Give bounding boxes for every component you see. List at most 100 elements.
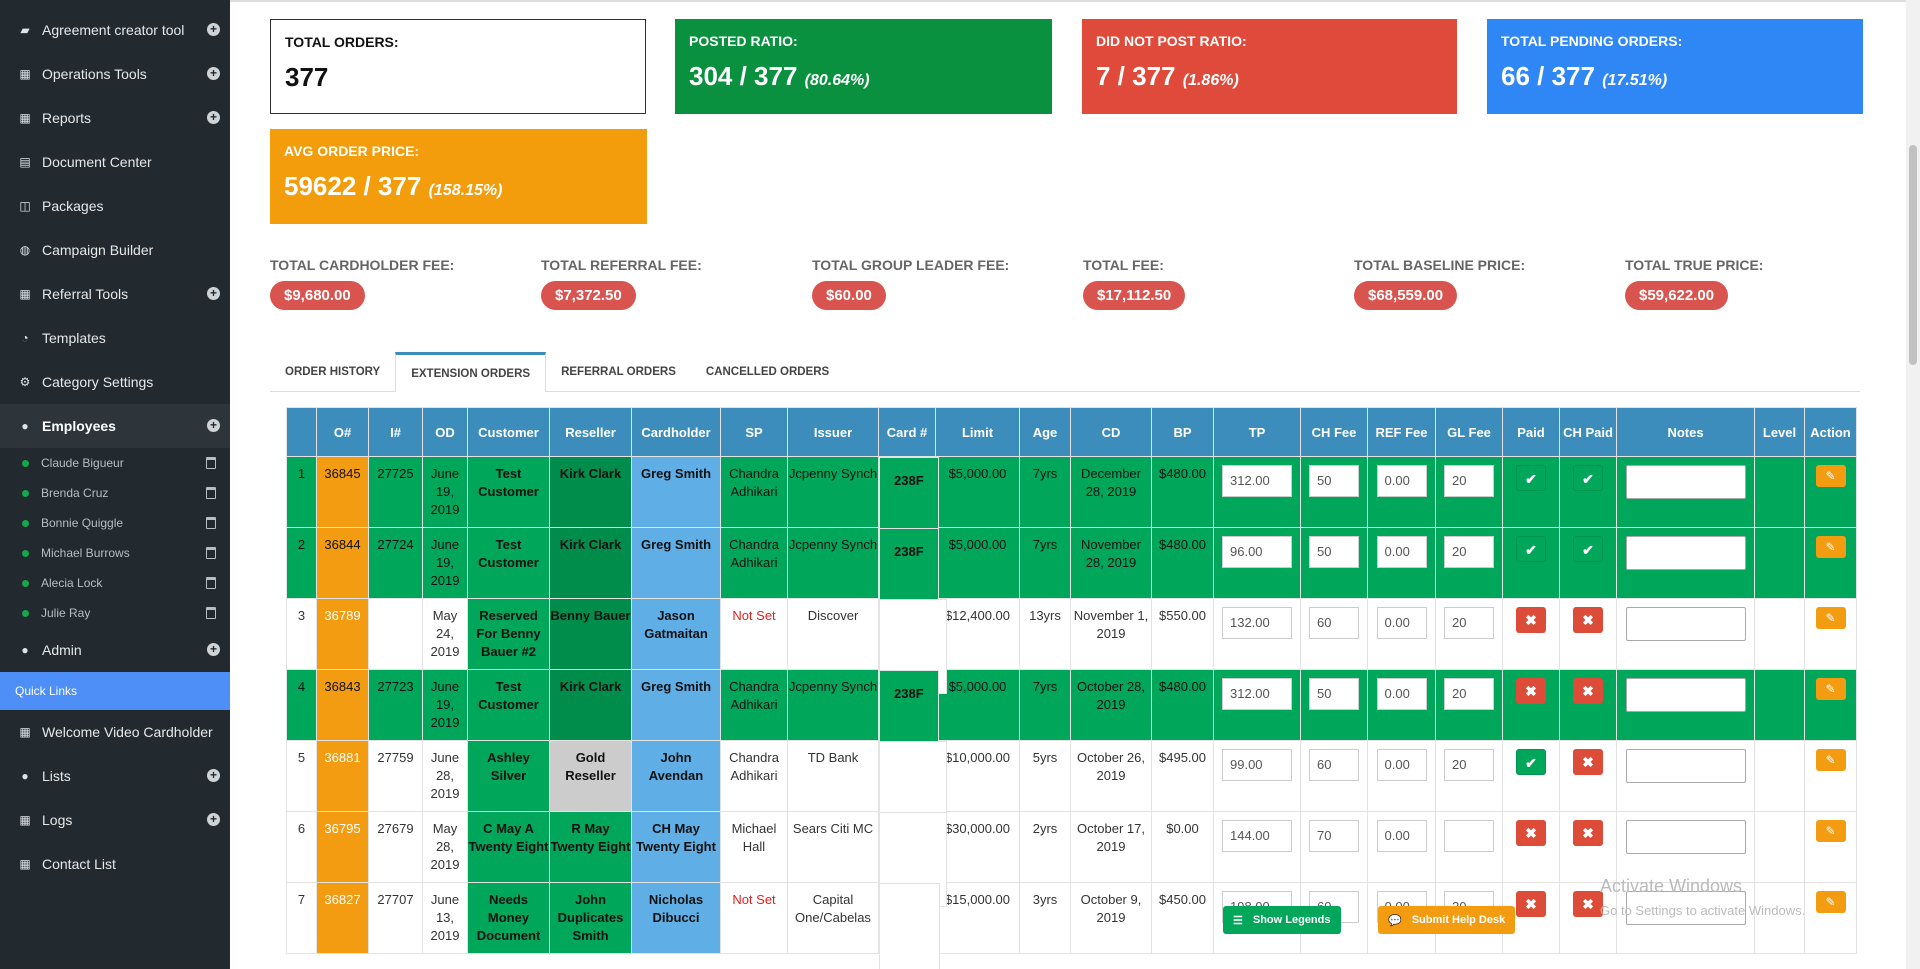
close-icon[interactable]: ✖	[1516, 820, 1546, 846]
check-icon[interactable]: ✔	[1573, 536, 1603, 562]
pencil-icon[interactable]: ✎	[1815, 607, 1846, 629]
gl-input[interactable]	[1444, 820, 1494, 852]
trash-icon[interactable]	[206, 517, 216, 529]
notes-textarea[interactable]	[1625, 536, 1746, 570]
show-legends-button[interactable]: ☰ Show Legends	[1223, 906, 1341, 934]
notes-textarea[interactable]	[1625, 749, 1746, 783]
sidebar-item-6[interactable]: ▦ Referral Tools +	[0, 272, 230, 316]
sidebar-item-0[interactable]: ▰ Agreement creator tool +	[0, 8, 230, 52]
submit-help-desk-button[interactable]: 💬 Submit Help Desk	[1378, 906, 1516, 934]
table-row[interactable]: 4 36843 27723 June 19, 2019 Test Customer Kir…	[286, 669, 1857, 765]
column-header[interactable]: Cardholder	[631, 407, 721, 457]
pencil-icon[interactable]: ✎	[1815, 678, 1846, 700]
column-header[interactable]: O#	[316, 407, 369, 457]
scrollbar-thumb[interactable]	[1909, 145, 1917, 365]
pencil-icon[interactable]: ✎	[1815, 465, 1846, 487]
notes-textarea[interactable]	[1625, 678, 1746, 712]
trash-icon[interactable]	[206, 547, 216, 559]
column-header[interactable]: SP	[720, 407, 788, 457]
column-header[interactable]: Issuer	[787, 407, 879, 457]
sidebar-item-7[interactable]: ◔ Templates	[0, 316, 230, 360]
check-icon[interactable]: ✔	[1516, 749, 1546, 775]
tp-input[interactable]: 99.00	[1222, 749, 1292, 781]
tab-referral-orders[interactable]: REFERRAL ORDERS	[546, 352, 691, 391]
sidebar-item-bottom-2[interactable]: ▦ Logs +	[0, 798, 230, 842]
pencil-icon[interactable]: ✎	[1815, 820, 1846, 842]
ref-input[interactable]: 0.00	[1376, 607, 1427, 639]
column-header[interactable]: OD	[422, 407, 468, 457]
column-header[interactable]: Customer	[467, 407, 550, 457]
column-header[interactable]	[286, 407, 317, 457]
tp-input[interactable]: 312.00	[1222, 465, 1292, 497]
column-header[interactable]: CH Fee	[1300, 407, 1368, 457]
employee-item[interactable]: Alecia Lock	[0, 568, 230, 598]
plus-circle-icon[interactable]: +	[207, 111, 220, 124]
column-header[interactable]: Age	[1019, 407, 1071, 457]
check-icon[interactable]: ✔	[1516, 536, 1546, 562]
pencil-icon[interactable]: ✎	[1815, 891, 1846, 913]
sidebar-item-bottom-1[interactable]: ● Lists +	[0, 754, 230, 798]
sidebar-item-bottom-3[interactable]: ▦ Contact List	[0, 842, 230, 886]
column-header[interactable]: Action	[1804, 407, 1857, 457]
tab-cancelled-orders[interactable]: CANCELLED ORDERS	[691, 352, 844, 391]
ref-input[interactable]: 0.00	[1376, 465, 1427, 497]
plus-circle-icon[interactable]: +	[207, 67, 220, 80]
table-row[interactable]: 2 36844 27724 June 19, 2019 Test Customer Kir…	[286, 527, 1857, 623]
column-header[interactable]: I#	[368, 407, 423, 457]
employee-item[interactable]: Claude Bigueur	[0, 448, 230, 478]
sidebar-item-1[interactable]: ▦ Operations Tools +	[0, 52, 230, 96]
employee-item[interactable]: Michael Burrows	[0, 538, 230, 568]
ref-input[interactable]: 0.00	[1376, 820, 1427, 852]
sidebar-item-3[interactable]: ▤ Document Center	[0, 140, 230, 184]
notes-textarea[interactable]	[1625, 465, 1746, 499]
close-icon[interactable]: ✖	[1516, 678, 1546, 704]
notes-textarea[interactable]	[1625, 607, 1746, 641]
quick-links-header[interactable]: Quick Links	[0, 672, 230, 710]
sidebar-item-employees[interactable]: ● Employees +	[0, 404, 230, 448]
close-icon[interactable]: ✖	[1516, 891, 1546, 917]
trash-icon[interactable]	[206, 457, 216, 469]
gl-input[interactable]: 20	[1444, 749, 1494, 781]
close-icon[interactable]: ✖	[1573, 678, 1603, 704]
sidebar-item-5[interactable]: ◍ Campaign Builder	[0, 228, 230, 272]
column-header[interactable]: BP	[1151, 407, 1214, 457]
gl-input[interactable]: 20	[1444, 607, 1494, 639]
column-header[interactable]: Level	[1754, 407, 1805, 457]
plus-circle-icon[interactable]: +	[207, 643, 220, 656]
plus-circle-icon[interactable]: +	[207, 769, 220, 782]
check-icon[interactable]: ✔	[1516, 465, 1546, 491]
tab-extension-orders[interactable]: EXTENSION ORDERS	[395, 352, 547, 392]
tp-input[interactable]: 96.00	[1222, 536, 1292, 568]
sidebar-item-8[interactable]: ⚙ Category Settings	[0, 360, 230, 404]
tp-input[interactable]: 144.00	[1222, 820, 1292, 852]
column-header[interactable]: Notes	[1616, 407, 1755, 457]
trash-icon[interactable]	[206, 487, 216, 499]
ref-input[interactable]: 0.00	[1376, 749, 1427, 781]
column-header[interactable]: CH Paid	[1559, 407, 1617, 457]
ref-input[interactable]: 0.00	[1376, 536, 1427, 568]
tp-input[interactable]: 132.00	[1222, 607, 1292, 639]
chfee-input[interactable]: 50	[1309, 536, 1359, 568]
chfee-input[interactable]: 50	[1309, 678, 1359, 710]
plus-circle-icon[interactable]: +	[207, 419, 220, 432]
chfee-input[interactable]: 60	[1309, 607, 1359, 639]
trash-icon[interactable]	[206, 577, 216, 589]
employee-item[interactable]: Bonnie Quiggle	[0, 508, 230, 538]
column-header[interactable]: TP	[1213, 407, 1301, 457]
close-icon[interactable]: ✖	[1573, 891, 1603, 917]
pencil-icon[interactable]: ✎	[1815, 749, 1846, 771]
gl-input[interactable]: 20	[1444, 678, 1494, 710]
close-icon[interactable]: ✖	[1573, 820, 1603, 846]
table-row[interactable]: 3 36789 May 24, 2019 Reserved For Benny Bau…	[286, 598, 1857, 694]
ref-input[interactable]: 0.00	[1376, 678, 1427, 710]
close-icon[interactable]: ✖	[1573, 749, 1603, 775]
gl-input[interactable]: 20	[1444, 536, 1494, 568]
plus-circle-icon[interactable]: +	[207, 287, 220, 300]
column-header[interactable]: GL Fee	[1435, 407, 1503, 457]
sidebar-item-4[interactable]: ◫ Packages	[0, 184, 230, 228]
sidebar-item-bottom-0[interactable]: ▦ Welcome Video Cardholder	[0, 710, 230, 754]
notes-textarea[interactable]	[1625, 820, 1746, 854]
tp-input[interactable]: 312.00	[1222, 678, 1292, 710]
column-header[interactable]: REF Fee	[1367, 407, 1436, 457]
employee-item[interactable]: Brenda Cruz	[0, 478, 230, 508]
